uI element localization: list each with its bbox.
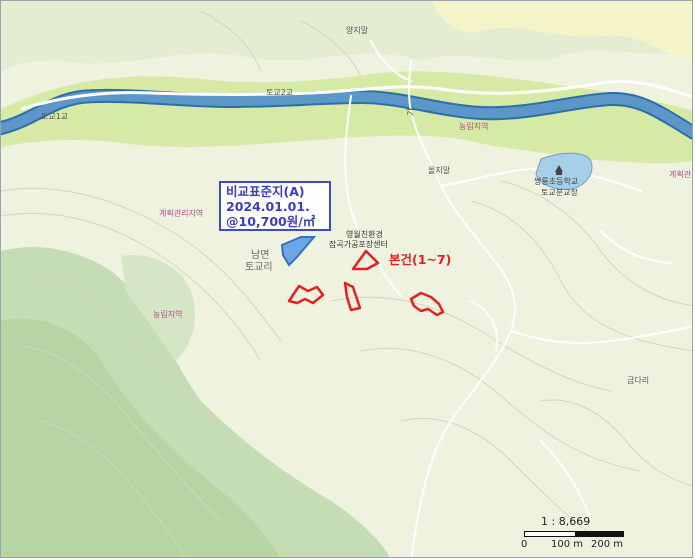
scale-tick-100: 100 m xyxy=(551,539,584,550)
standard-land-callout: 비교표준지(A) 2024.01.01. @10,700원/㎡ xyxy=(219,181,331,231)
label-geumdari: 금다리 xyxy=(627,376,649,385)
scale-tick-200: 200 m xyxy=(591,539,624,550)
label-togyo-bridge-1: 토교1교 xyxy=(41,112,68,121)
map-canvas[interactable]: 양지말 토교2교 토교1교 가 농림지역 올지말 쌍룡초등학교 토교분교장 계획… xyxy=(1,1,693,558)
scale-ratio: 1 : 8,669 xyxy=(541,515,591,528)
standard-land-title: 비교표준지(A) xyxy=(226,184,305,199)
scale-bar-widget: 1 : 8,669 0 100 m 200 m xyxy=(521,515,631,555)
label-yangjimal: 양지말 xyxy=(346,26,369,35)
label-namnyeon: 남면 xyxy=(251,249,269,261)
scale-tick-0: 0 xyxy=(521,539,528,550)
label-gyehoek-right: 계획관 xyxy=(669,169,692,179)
label-facility-line2: 잡곡가공포장센터 xyxy=(329,239,388,249)
label-facility-line1: 영월친환경 xyxy=(346,229,383,239)
label-nongrim-2: 농림지역 xyxy=(153,309,182,319)
map-frame[interactable]: 양지말 토교2교 토교1교 가 농림지역 올지말 쌍룡초등학교 토교분교장 계획… xyxy=(0,0,693,558)
scale-bar-fill xyxy=(575,532,624,536)
subject-label: 본건(1~7) xyxy=(389,252,451,267)
label-gyehoek-left: 계획관리지역 xyxy=(159,208,203,218)
label-togori: 토교리 xyxy=(245,261,273,273)
label-nongrim-1: 농림지역 xyxy=(459,121,488,131)
label-school-branch: 토교분교장 xyxy=(541,187,578,197)
standard-land-date: 2024.01.01. xyxy=(226,199,310,214)
scale-bar xyxy=(524,531,624,537)
label-olchimal: 올지말 xyxy=(428,166,451,175)
label-togyo-bridge-2: 토교2교 xyxy=(266,88,293,97)
label-road-sign: 가 xyxy=(406,108,417,116)
standard-land-price: @10,700원/㎡ xyxy=(226,214,316,229)
label-school-name: 쌍룡초등학교 xyxy=(534,176,578,186)
